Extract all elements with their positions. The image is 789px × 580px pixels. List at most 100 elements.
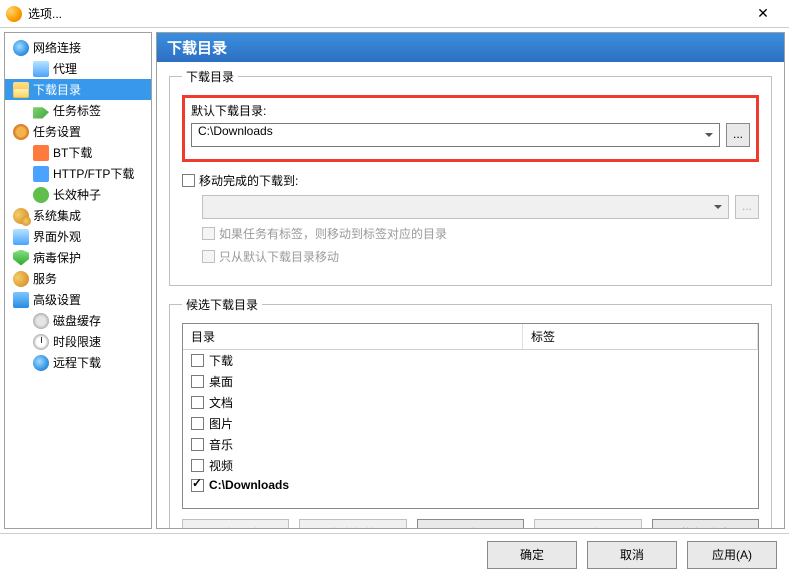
list-row-label: C:\Downloads bbox=[209, 478, 289, 492]
apply-button[interactable]: 应用(A) bbox=[687, 541, 777, 569]
sidebar-item-6[interactable]: HTTP/FTP下载 bbox=[5, 163, 151, 184]
delete-button: 删除 bbox=[534, 519, 641, 528]
remote-icon bbox=[33, 355, 49, 371]
sidebar-item-15[interactable]: 远程下载 bbox=[5, 352, 151, 373]
users-icon bbox=[13, 208, 29, 224]
add-button[interactable]: 添加 bbox=[417, 519, 524, 528]
sidebar-item-label: 高级设置 bbox=[33, 291, 81, 308]
close-icon[interactable]: ✕ bbox=[743, 5, 783, 22]
set-tag-button: 指定标签 bbox=[299, 519, 406, 528]
restore-button[interactable]: 恢复默认 bbox=[652, 519, 759, 528]
list-row-label: 下载 bbox=[209, 352, 233, 369]
list-row-checkbox[interactable] bbox=[191, 417, 204, 430]
sidebar-item-label: 界面外观 bbox=[33, 228, 81, 245]
globe-icon bbox=[13, 40, 29, 56]
shield-icon bbox=[13, 250, 29, 266]
sidebar-item-0[interactable]: 网络连接 bbox=[5, 37, 151, 58]
sidebar-item-label: 病毒保护 bbox=[33, 249, 81, 266]
list-row-checkbox[interactable] bbox=[191, 479, 204, 492]
http-icon bbox=[33, 166, 49, 182]
list-row[interactable]: C:\Downloads bbox=[183, 476, 758, 494]
sidebar-item-7[interactable]: 长效种子 bbox=[5, 184, 151, 205]
ok-button[interactable]: 确定 bbox=[487, 541, 577, 569]
sidebar-item-11[interactable]: 服务 bbox=[5, 268, 151, 289]
candidate-buttons: 设为默认 指定标签 添加 删除 恢复默认 bbox=[182, 519, 759, 528]
only-default-label: 只从默认下载目录移动 bbox=[219, 248, 339, 265]
default-dir-combo[interactable]: C:\Downloads bbox=[191, 123, 720, 147]
list-row-label: 图片 bbox=[209, 415, 233, 432]
sidebar-item-label: 远程下载 bbox=[53, 354, 101, 371]
time-icon bbox=[33, 334, 49, 350]
browse-default-button[interactable]: ... bbox=[726, 123, 750, 147]
download-dir-legend: 下载目录 bbox=[182, 68, 238, 85]
list-row[interactable]: 视频 bbox=[183, 455, 758, 476]
list-row-checkbox[interactable] bbox=[191, 396, 204, 409]
sidebar-item-13[interactable]: 磁盘缓存 bbox=[5, 310, 151, 331]
panel-header: 下载目录 bbox=[157, 33, 784, 62]
sidebar-item-9[interactable]: 界面外观 bbox=[5, 226, 151, 247]
list-row-label: 视频 bbox=[209, 457, 233, 474]
list-row-label: 文档 bbox=[209, 394, 233, 411]
content-panel: 下载目录 下载目录 默认下载目录: C:\Downloads ... 移动完成的… bbox=[156, 32, 785, 529]
footer: 确定 取消 应用(A) bbox=[0, 533, 789, 575]
move-checkbox-label: 移动完成的下载到: bbox=[199, 172, 298, 189]
list-row-checkbox[interactable] bbox=[191, 375, 204, 388]
adv-icon bbox=[13, 292, 29, 308]
download-dir-group: 下载目录 默认下载目录: C:\Downloads ... 移动完成的下载到: … bbox=[169, 68, 772, 286]
candidate-list[interactable]: 目录 标签 下载桌面文档图片音乐视频 C:\Downloads bbox=[182, 323, 759, 509]
list-row[interactable]: 音乐 bbox=[183, 434, 758, 455]
sidebar-item-label: 任务设置 bbox=[33, 123, 81, 140]
service-icon bbox=[13, 271, 29, 287]
list-row-checkbox[interactable] bbox=[191, 459, 204, 472]
list-row[interactable]: 下载 bbox=[183, 350, 758, 371]
sidebar-item-10[interactable]: 病毒保护 bbox=[5, 247, 151, 268]
move-dir-combo bbox=[202, 195, 729, 219]
sidebar-item-label: 长效种子 bbox=[53, 186, 101, 203]
sidebar-item-12[interactable]: 高级设置 bbox=[5, 289, 151, 310]
sidebar-item-label: 代理 bbox=[53, 60, 77, 77]
sidebar-item-14[interactable]: 时段限速 bbox=[5, 331, 151, 352]
sidebar-item-5[interactable]: BT下载 bbox=[5, 142, 151, 163]
move-checkbox[interactable] bbox=[182, 174, 195, 187]
list-row-label: 桌面 bbox=[209, 373, 233, 390]
list-row-checkbox[interactable] bbox=[191, 354, 204, 367]
sidebar-item-2[interactable]: 下载目录 bbox=[5, 79, 151, 100]
disk-icon bbox=[33, 313, 49, 329]
cancel-button[interactable]: 取消 bbox=[587, 541, 677, 569]
titlebar: 选项... ✕ bbox=[0, 0, 789, 28]
tag-move-checkbox bbox=[202, 227, 215, 240]
list-row-checkbox[interactable] bbox=[191, 438, 204, 451]
tag-move-line: 如果任务有标签，则移动到标签对应的目录 bbox=[202, 225, 759, 242]
highlight-box: 默认下载目录: C:\Downloads ... bbox=[182, 95, 759, 162]
list-row[interactable]: 文档 bbox=[183, 392, 758, 413]
folder-open-icon bbox=[13, 82, 29, 98]
list-row[interactable]: 图片 bbox=[183, 413, 758, 434]
col-tag[interactable]: 标签 bbox=[523, 324, 758, 349]
sidebar-item-8[interactable]: 系统集成 bbox=[5, 205, 151, 226]
list-row[interactable]: 桌面 bbox=[183, 371, 758, 392]
candidate-legend: 候选下载目录 bbox=[182, 296, 262, 313]
proxy-icon bbox=[33, 61, 49, 77]
sidebar-item-label: HTTP/FTP下载 bbox=[53, 165, 134, 182]
gear-icon bbox=[13, 124, 29, 140]
app-icon bbox=[6, 6, 22, 22]
sidebar-item-label: 任务标签 bbox=[53, 102, 101, 119]
sidebar-item-1[interactable]: 代理 bbox=[5, 58, 151, 79]
candidate-group: 候选下载目录 目录 标签 下载桌面文档图片音乐视频 C:\Downloads 设为… bbox=[169, 296, 772, 528]
tag-icon bbox=[33, 103, 49, 119]
only-default-checkbox bbox=[202, 250, 215, 263]
browse-move-button: ... bbox=[735, 195, 759, 219]
sidebar-item-label: 服务 bbox=[33, 270, 57, 287]
list-row-label: 音乐 bbox=[209, 436, 233, 453]
move-checkbox-line[interactable]: 移动完成的下载到: bbox=[182, 172, 759, 189]
set-default-button: 设为默认 bbox=[182, 519, 289, 528]
sidebar-item-3[interactable]: 任务标签 bbox=[5, 100, 151, 121]
only-default-line: 只从默认下载目录移动 bbox=[202, 248, 759, 265]
tag-move-label: 如果任务有标签，则移动到标签对应的目录 bbox=[219, 225, 447, 242]
col-dir[interactable]: 目录 bbox=[183, 324, 523, 349]
sidebar-item-label: 时段限速 bbox=[53, 333, 101, 350]
sidebar-item-4[interactable]: 任务设置 bbox=[5, 121, 151, 142]
default-dir-label: 默认下载目录: bbox=[191, 102, 750, 119]
bt-icon bbox=[33, 145, 49, 161]
sidebar-item-label: 网络连接 bbox=[33, 39, 81, 56]
